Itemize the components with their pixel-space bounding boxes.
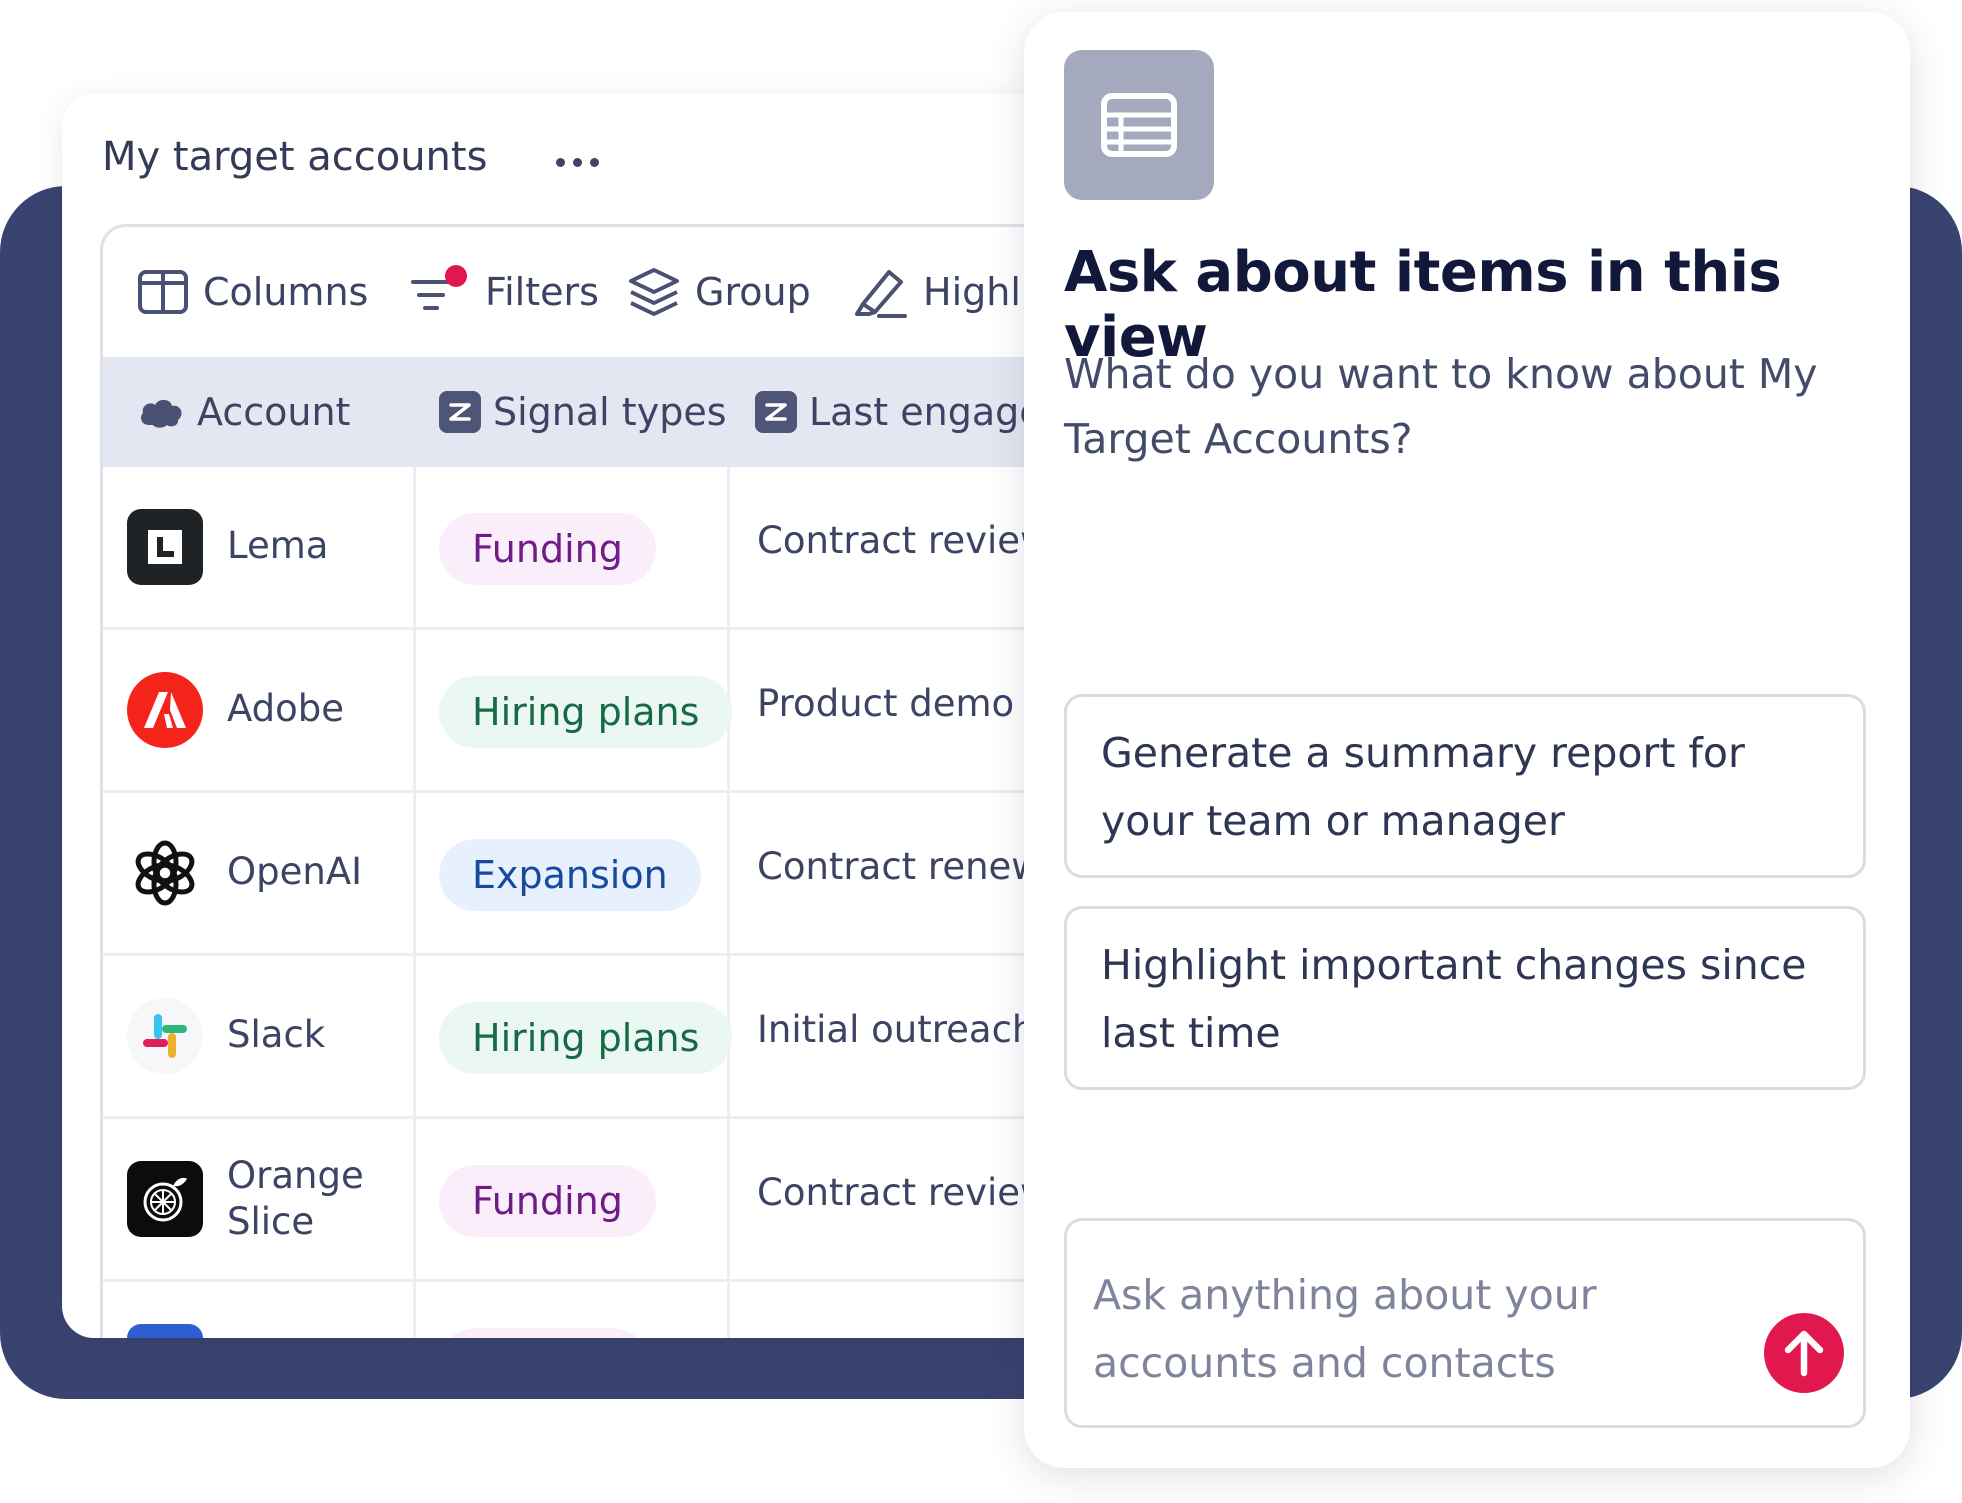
suggestion-highlight-changes[interactable]: Highlight important changes since last t…	[1064, 906, 1866, 1090]
table-body: Lema Funding Contract review Adobe Hirin…	[103, 467, 1132, 1338]
highlighter-icon	[855, 270, 907, 318]
engagement-text: Contract review	[757, 519, 1051, 562]
openai-logo	[127, 835, 203, 911]
table-row[interactable]: OpenAI Expansion Contract renewa	[103, 793, 1132, 956]
filters-button[interactable]: Filters	[409, 263, 599, 321]
column-header-last-engagement[interactable]: Last engage	[755, 357, 1043, 467]
signal-pill[interactable]: Funding	[439, 513, 656, 585]
group-button[interactable]: Group	[627, 263, 811, 321]
table-row-partial	[103, 1282, 1132, 1338]
column-header-account[interactable]: Account	[137, 357, 350, 467]
table-toolbar: Columns Filters Group Highli	[103, 227, 1132, 357]
columns-icon	[138, 270, 188, 314]
account-header-label: Account	[197, 390, 351, 434]
engagement-text: Initial outreach	[757, 1008, 1036, 1051]
signal-pill[interactable]: Hiring plans	[439, 676, 733, 748]
ask-input-box	[1064, 1218, 1866, 1428]
filter-icon	[411, 265, 467, 310]
signal-pill[interactable]: Hiring plans	[439, 1002, 733, 1074]
columns-button[interactable]: Columns	[137, 263, 368, 321]
last-engagement-header-label: Last engage	[809, 390, 1043, 434]
table-row[interactable]: Orange Slice Funding Contract review	[103, 1119, 1132, 1282]
signal-pill-partial	[439, 1328, 649, 1338]
table-row[interactable]: Adobe Hiring plans Product demo	[103, 630, 1132, 793]
send-button[interactable]	[1764, 1313, 1844, 1393]
ask-ai-panel: Ask about items in this view What do you…	[1024, 12, 1910, 1468]
column-header-signal-types[interactable]: Signal types	[439, 357, 727, 467]
more-options-icon[interactable]	[556, 154, 616, 170]
zoominfo-icon	[755, 391, 797, 433]
table-view-icon	[1064, 50, 1214, 200]
signal-pill[interactable]: Funding	[439, 1165, 656, 1237]
signal-pill[interactable]: Expansion	[439, 839, 701, 911]
view-title: My target accounts	[102, 134, 488, 180]
engagement-text: Contract renewa	[757, 845, 1065, 888]
filters-label: Filters	[485, 270, 599, 314]
arrow-up-icon	[1784, 1330, 1824, 1377]
lema-logo	[127, 509, 203, 585]
highlight-label: Highli	[923, 270, 1032, 314]
slack-logo	[127, 998, 203, 1074]
zoominfo-icon	[439, 391, 481, 433]
account-name[interactable]: OpenAI	[227, 849, 362, 895]
layers-icon	[629, 268, 679, 316]
account-name[interactable]: Lema	[227, 523, 328, 569]
engagement-text: Contract review	[757, 1171, 1051, 1214]
salesforce-cloud-icon	[141, 399, 182, 428]
accounts-table: Columns Filters Group Highli Account Sig…	[100, 224, 1132, 1338]
table-row[interactable]: Lema Funding Contract review	[103, 467, 1132, 630]
orange-slice-logo	[127, 1161, 203, 1237]
account-name[interactable]: Adobe	[227, 686, 344, 732]
account-logo	[127, 1324, 203, 1338]
target-accounts-card: My target accounts Columns Filters Group…	[62, 94, 1132, 1338]
engagement-text: Product demo	[757, 682, 1015, 725]
table-header: Account Signal types Last engage	[103, 357, 1132, 467]
group-label: Group	[695, 270, 811, 314]
ask-input[interactable]	[1093, 1261, 1773, 1401]
panel-subtitle: What do you want to know about My Target…	[1064, 350, 1818, 463]
suggestion-summary-report[interactable]: Generate a summary report for your team …	[1064, 694, 1866, 878]
columns-label: Columns	[203, 270, 369, 314]
signal-types-header-label: Signal types	[493, 390, 727, 434]
account-name[interactable]: Slack	[227, 1012, 325, 1058]
highlight-button[interactable]: Highli	[849, 263, 1031, 321]
table-row[interactable]: Slack Hiring plans Initial outreach	[103, 956, 1132, 1119]
adobe-logo	[127, 672, 203, 748]
account-name[interactable]: Orange Slice	[227, 1153, 397, 1245]
